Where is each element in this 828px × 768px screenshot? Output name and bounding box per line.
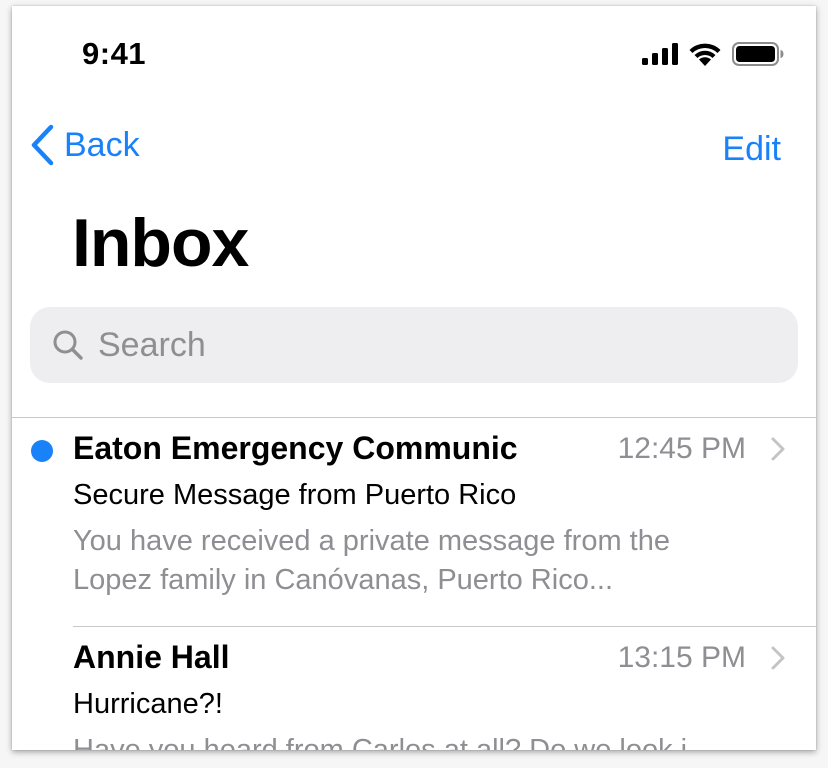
cellular-signal-icon bbox=[642, 43, 678, 65]
search-placeholder: Search bbox=[98, 325, 206, 364]
status-icons bbox=[642, 42, 784, 66]
mail-preview-line: Have you heard from Carlos at all? Do we… bbox=[73, 734, 688, 750]
chevron-right-icon bbox=[771, 646, 785, 670]
mail-subject: Secure Message from Puerto Rico bbox=[73, 479, 517, 511]
back-label: Back bbox=[64, 125, 140, 164]
chevron-right-icon bbox=[771, 437, 785, 461]
wifi-icon bbox=[689, 43, 721, 66]
mail-item[interactable]: Annie Hall 13:15 PM Hurricane?! Have you… bbox=[12, 627, 816, 750]
mail-preview: Have you heard from Carlos at all? Do we… bbox=[73, 731, 773, 750]
back-button[interactable]: Back bbox=[30, 124, 140, 166]
search-icon bbox=[53, 330, 83, 360]
unread-dot-icon bbox=[31, 440, 53, 462]
status-time: 9:41 bbox=[82, 36, 147, 71]
phone-screen: 9:41 Back Edit Inbox Search Eaton Emerge… bbox=[12, 6, 816, 750]
mail-item[interactable]: Eaton Emergency Communic 12:45 PM Secure… bbox=[12, 418, 816, 627]
mail-sender: Annie Hall bbox=[73, 639, 230, 675]
mail-time: 12:45 PM bbox=[617, 432, 746, 465]
search-input[interactable]: Search bbox=[30, 307, 798, 383]
edit-button[interactable]: Edit bbox=[722, 130, 781, 169]
page-title: Inbox bbox=[72, 205, 249, 281]
mail-preview-line: Lopez family in Canóvanas, Puerto Rico..… bbox=[73, 564, 613, 596]
mail-preview-line: You have received a private message from… bbox=[73, 525, 670, 557]
battery-icon bbox=[732, 42, 784, 66]
mail-preview: You have received a private message from… bbox=[73, 522, 773, 600]
chevron-left-icon bbox=[31, 124, 54, 166]
mail-sender: Eaton Emergency Communic bbox=[73, 430, 518, 466]
mail-subject: Hurricane?! bbox=[73, 688, 223, 720]
mail-time: 13:15 PM bbox=[617, 641, 746, 674]
